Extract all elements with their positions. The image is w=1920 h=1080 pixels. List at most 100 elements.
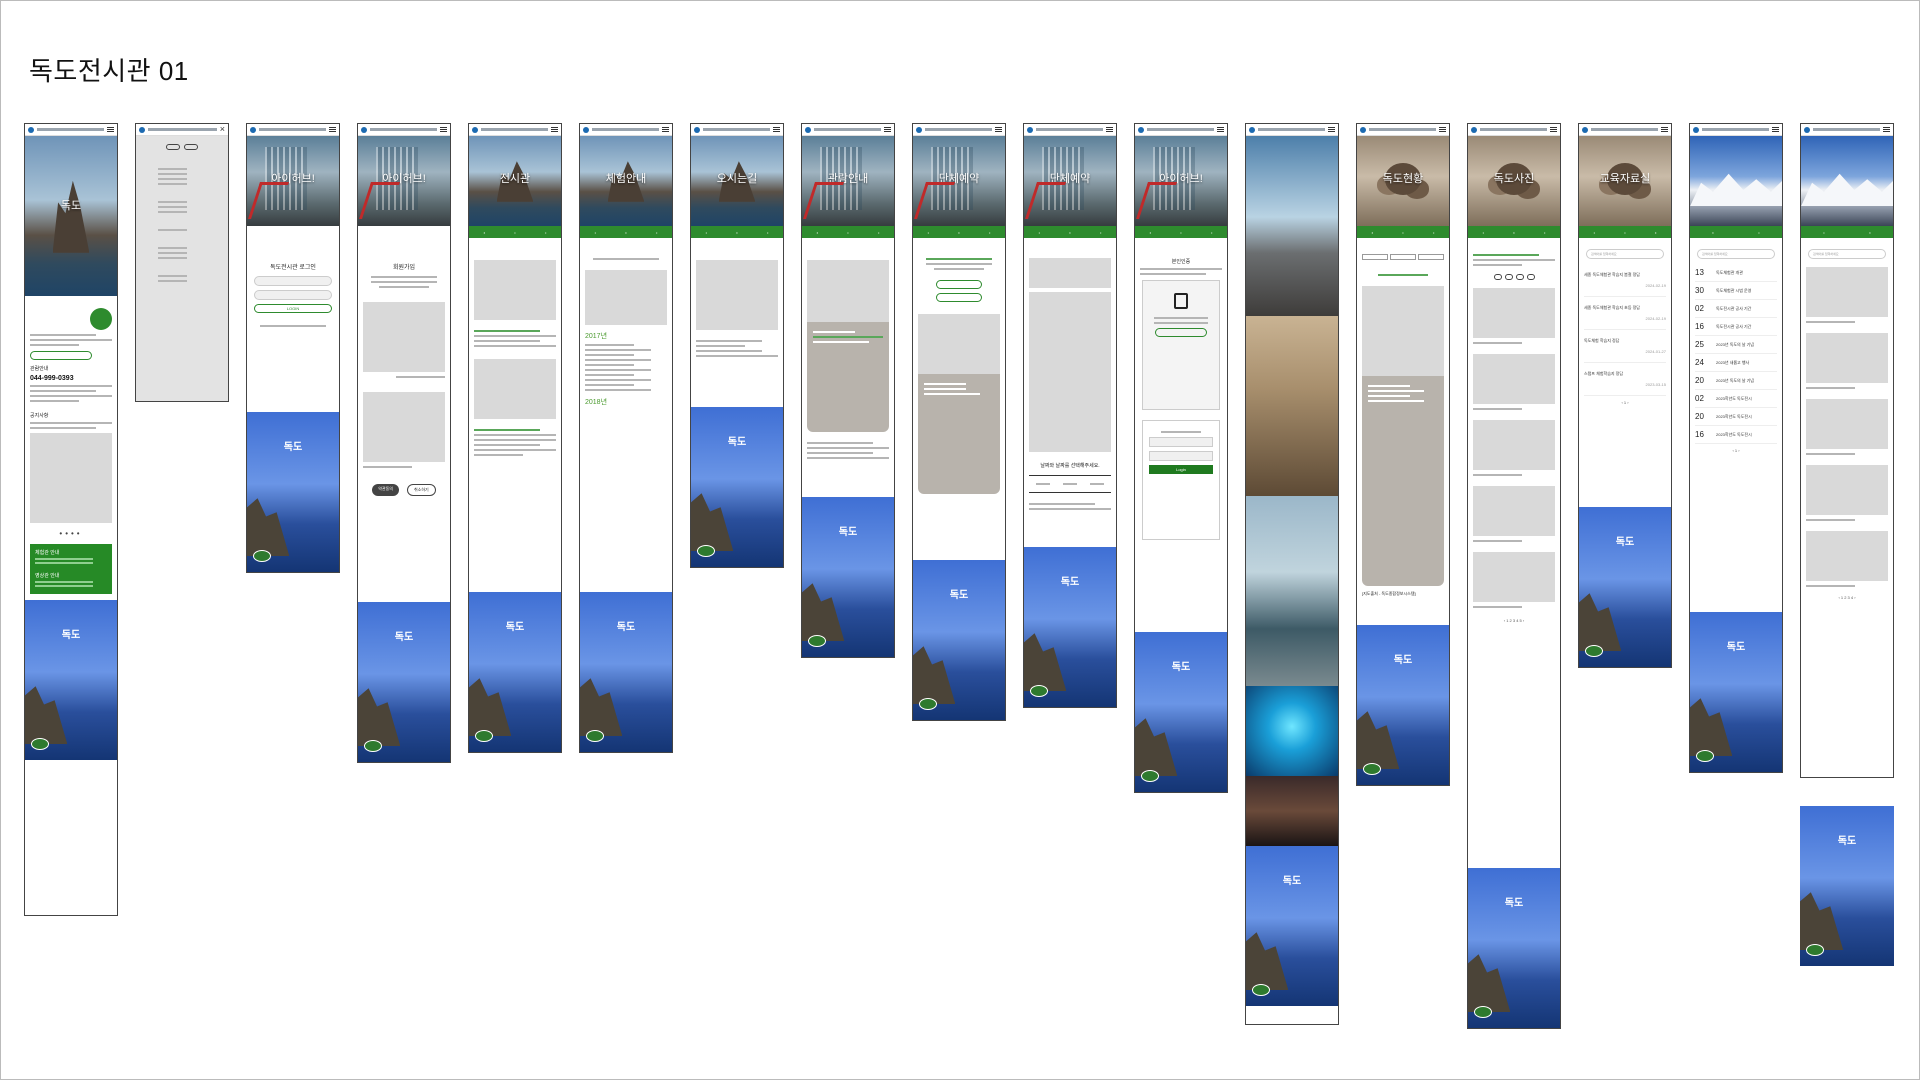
edu-thumb[interactable]: [1806, 333, 1888, 383]
calendar-grid[interactable]: [1029, 292, 1111, 452]
subnav-item[interactable]: •: [928, 230, 929, 235]
frame-menu[interactable]: ×: [135, 123, 229, 402]
map-image[interactable]: [1362, 286, 1444, 376]
menu-icon[interactable]: [107, 127, 114, 132]
subnav-item[interactable]: •: [514, 230, 515, 235]
menu-icon[interactable]: [1328, 127, 1335, 132]
frame-route[interactable]: 오시는길 • • • 독도: [690, 123, 784, 568]
subnav-item[interactable]: •: [706, 230, 707, 235]
list-item[interactable]: 세종 독도체험관 학습지 초등 정답 2024-02-19: [1584, 297, 1666, 330]
filter-button[interactable]: [1493, 274, 1502, 280]
frame-location[interactable]: 독도현황 • • • [지도출처 - 독도종합정보시스템] 독도: [1356, 123, 1450, 786]
menu-icon[interactable]: [995, 127, 1002, 132]
check-button[interactable]: [936, 293, 982, 302]
sub-navigation[interactable]: • • •: [1024, 226, 1116, 238]
menu-icon[interactable]: [551, 127, 558, 132]
sub-navigation[interactable]: • • •: [1579, 226, 1671, 238]
subnav-item[interactable]: •: [958, 230, 959, 235]
list-item[interactable]: 독도체험 학습지 정답 2024-01-27: [1584, 330, 1666, 363]
subnav-item[interactable]: •: [545, 230, 546, 235]
sub-navigation[interactable]: • • •: [691, 226, 783, 238]
subnav-item[interactable]: •: [1211, 230, 1212, 235]
menu-icon[interactable]: [1772, 127, 1779, 132]
menu-icon[interactable]: [773, 127, 780, 132]
notice-image[interactable]: [30, 433, 112, 523]
gallery-thumb[interactable]: [1473, 354, 1555, 404]
filter-button[interactable]: [1504, 274, 1513, 280]
privacy-box[interactable]: [363, 392, 445, 462]
edu-thumb[interactable]: [1806, 267, 1888, 317]
pagination[interactable]: ‹ 1 2 3 4 ›: [1806, 595, 1888, 600]
carousel-dots[interactable]: ••••: [30, 529, 112, 538]
list-item[interactable]: 02 독도전시관 공사 기간: [1695, 300, 1777, 318]
search-input[interactable]: 검색어를 입력하세요: [1808, 249, 1886, 259]
frame-login[interactable]: 아이허브! 독도전시관 로그인 LOGIN 독도: [246, 123, 340, 573]
password-input[interactable]: [254, 290, 332, 300]
filter-tab[interactable]: [1390, 254, 1416, 260]
sub-navigation[interactable]: • •: [1801, 226, 1893, 238]
subnav-item[interactable]: •: [1655, 230, 1656, 235]
subnav-item[interactable]: •: [1100, 230, 1101, 235]
sub-navigation[interactable]: • • •: [469, 226, 561, 238]
edu-thumb[interactable]: [1806, 465, 1888, 515]
subnav-item[interactable]: •: [656, 230, 657, 235]
subnav-item[interactable]: •: [1594, 230, 1595, 235]
subnav-item[interactable]: •: [1758, 230, 1759, 235]
list-item[interactable]: 13 독도체험관 개관: [1695, 264, 1777, 282]
subnav-item[interactable]: •: [1483, 230, 1484, 235]
subnav-item[interactable]: •: [736, 230, 737, 235]
frame-date-select[interactable]: 단체예약 • • • 날짜와 날짜를 선택해주세요. 독도: [1023, 123, 1117, 708]
frame-cert[interactable]: 아이허브! • • • 본인인증 Login 독도: [1134, 123, 1228, 793]
subnav-item[interactable]: •: [484, 230, 485, 235]
list-item[interactable]: 30 독도체험관 시범 운영: [1695, 282, 1777, 300]
subnav-item[interactable]: •: [767, 230, 768, 235]
cert-box[interactable]: [1142, 280, 1220, 410]
more-button[interactable]: [30, 351, 92, 360]
subnav-item[interactable]: •: [1869, 230, 1870, 235]
close-icon[interactable]: ×: [220, 125, 225, 134]
subnav-item[interactable]: •: [878, 230, 879, 235]
sub-navigation[interactable]: • •: [1690, 226, 1782, 238]
frame-group-reserve[interactable]: 단체예약 • • • 독도: [912, 123, 1006, 721]
list-item[interactable]: 16 2023학년도 독도전시: [1695, 426, 1777, 444]
search-input[interactable]: 검색어를 입력하세요: [1697, 249, 1775, 259]
reserve-button[interactable]: [936, 280, 982, 289]
subnav-item[interactable]: •: [1402, 230, 1403, 235]
menu-icon[interactable]: [329, 127, 336, 132]
join-tab[interactable]: [184, 144, 198, 150]
subnav-item[interactable]: •: [1624, 230, 1625, 235]
login-box[interactable]: Login: [1142, 420, 1220, 540]
sub-navigation[interactable]: • • •: [802, 226, 894, 238]
login-tab[interactable]: [166, 144, 180, 150]
menu-icon[interactable]: [1883, 127, 1890, 132]
phone-input[interactable]: [1149, 451, 1213, 461]
menu-icon[interactable]: [1550, 127, 1557, 132]
frame-visit-info[interactable]: 관람안내 • • • 독도: [801, 123, 895, 658]
gallery-thumb[interactable]: [1473, 288, 1555, 338]
subnav-item[interactable]: •: [1712, 230, 1713, 235]
avatar-icon[interactable]: [90, 308, 112, 330]
subnav-item[interactable]: •: [1433, 230, 1434, 235]
list-item[interactable]: 20 2023학년도 독도전시: [1695, 408, 1777, 426]
sub-navigation[interactable]: • • •: [1468, 226, 1560, 238]
sub-navigation[interactable]: • • •: [1357, 226, 1449, 238]
menu-icon[interactable]: [1661, 127, 1668, 132]
sub-navigation[interactable]: • • •: [1135, 226, 1227, 238]
frame-edu[interactable]: 교육자료실 • • • 검색어를 입력하세요 세종 독도체험관 학습지 봄철 정답 2…: [1578, 123, 1672, 668]
subnav-item[interactable]: •: [847, 230, 848, 235]
pagination[interactable]: ‹ 1 ›: [1695, 448, 1777, 453]
frame-exhibit[interactable]: 전시관 • • • 독도: [468, 123, 562, 753]
frame-events[interactable]: • • 검색어를 입력하세요 13 독도체험관 개관 30 독도체험관 시범 운영 02 독…: [1689, 123, 1783, 773]
list-item[interactable]: 16 독도전시관 공사 기간: [1695, 318, 1777, 336]
subnav-item[interactable]: •: [817, 230, 818, 235]
list-item[interactable]: 세종 독도체험관 학습지 봄철 정답 2024-02-19: [1584, 264, 1666, 297]
sub-navigation[interactable]: • • •: [580, 226, 672, 238]
cancel-button[interactable]: 취소하기: [407, 484, 436, 496]
subnav-item[interactable]: •: [625, 230, 626, 235]
frame-photo-story[interactable]: 독도: [1245, 123, 1339, 1025]
list-item[interactable]: 24 2023년 새롭고 행사: [1695, 354, 1777, 372]
list-item[interactable]: 02 2023학년도 독도전시: [1695, 390, 1777, 408]
list-item[interactable]: 20 2023년 독도의 날 기념: [1695, 372, 1777, 390]
subnav-item[interactable]: •: [1544, 230, 1545, 235]
frame-gallery[interactable]: 독도사진 • • • ‹ 1 2 3 4 5 › 독도: [1467, 123, 1561, 1029]
